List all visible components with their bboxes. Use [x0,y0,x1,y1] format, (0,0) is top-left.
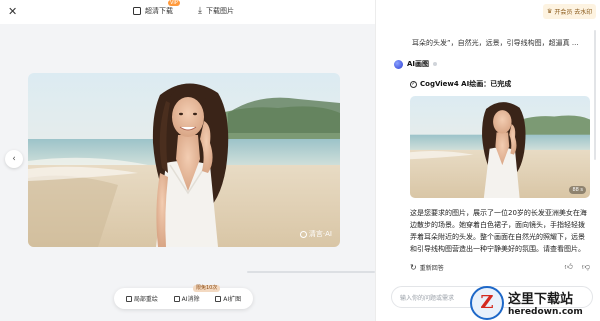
message-actions: ↻ 重新回答 👍︎ 👎︎ [410,262,590,272]
generation-status: ✓ CogView4 AI绘画：已完成 [410,79,511,89]
hd-icon [133,7,141,15]
brush-icon [125,295,132,302]
info-dot-icon [433,62,438,66]
ai-erase-button[interactable]: AI消除 [173,294,200,303]
crown-icon: ♛ [547,8,553,15]
ai-expand-label: AI扩图 [223,296,242,303]
inpaint-label: 局部重绘 [133,296,158,303]
regenerate-label: 重新回答 [419,264,444,272]
chevron-left-icon: ‹ [12,154,16,164]
regenerate-button[interactable]: ↻ 重新回答 [410,263,444,272]
qingyan-logo-icon [299,230,307,238]
site-logo-letter: Z [480,292,494,313]
upgrade-membership-button[interactable]: ♛ 开会员 去水印 [543,4,597,19]
result-thumbnail[interactable]: 88 s [410,96,590,198]
check-circle-icon: ✓ [410,80,417,88]
beach-portrait-illustration [28,73,340,247]
chat-scrollbar[interactable] [594,30,596,160]
image-actions-bar: 局部重绘 AI消除 AI扩图 [114,288,253,309]
ai-description: 这是您要求的图片，展示了一位20岁的长发亚洲美女在海边散步的场景。她穿着白色裙子… [410,209,587,253]
status-text: CogView4 AI绘画：已完成 [420,80,512,88]
hd-download-button[interactable]: 超清下载 [133,6,173,16]
free-uses-badge: 限免10次 [193,285,221,292]
thumbnail-tag: 88 s [569,186,586,194]
thumbnail-illustration [410,96,590,198]
inpaint-button[interactable]: 局部重绘 [125,294,158,303]
image-viewer: ✕ 超清下载 VIP ⤓ 下载图片 ‹ 清言·AI 局部重绘 AI消除 AI扩图… [0,0,375,321]
feedback-buttons: 👍︎ 👎︎ [565,262,591,272]
download-button[interactable]: ⤓ 下载图片 [198,6,234,16]
ai-message-header: AI画图 [394,59,438,69]
expand-icon [215,295,222,302]
hd-download-label: 超清下载 [145,7,173,15]
previous-image-button[interactable]: ‹ [5,150,23,168]
vip-badge: VIP [168,0,180,6]
viewer-toolbar: ✕ 超清下载 VIP ⤓ 下载图片 [0,0,375,24]
ai-erase-label: AI消除 [181,296,200,303]
upgrade-label: 开会员 去水印 [554,9,593,16]
site-url: heredown.com [508,307,583,317]
ai-expand-button[interactable]: AI扩图 [215,294,241,303]
download-label: 下载图片 [205,7,234,15]
input-placeholder: 输入你的问题或需求 [400,294,455,302]
download-icon: ⤓ [198,6,202,16]
image-watermark: 清言·AI [299,229,332,239]
ai-avatar [394,59,403,69]
ai-name: AI画图 [407,60,430,68]
close-icon[interactable]: ✕ [8,5,17,18]
site-name: 这里下载站 [508,292,574,307]
site-logo: Z [470,285,504,320]
thumbs-up-icon[interactable]: 👍︎ [565,262,573,272]
generated-image: 清言·AI [28,73,340,247]
watermark-text: 清言·AI [308,230,332,238]
thumbs-down-icon[interactable]: 👎︎ [582,262,590,272]
user-message: 耳朵的头发”，自然光，远景，引导线构图，超逼真 ... [412,39,579,47]
horizontal-scrollbar[interactable] [247,271,375,273]
site-watermark: Z 这里下载站 heredown.com [470,284,600,321]
eraser-icon [173,295,180,302]
refresh-icon: ↻ [410,262,417,272]
